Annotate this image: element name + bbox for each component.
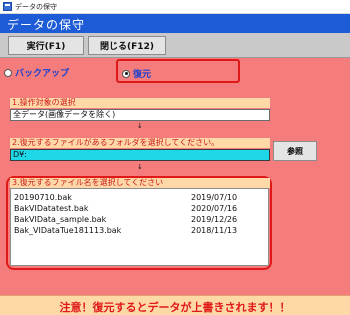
page-title: データの保守 bbox=[7, 18, 86, 32]
file-name: BakVIData_sample.bak bbox=[14, 215, 107, 224]
backup-radio-label: バックアップ bbox=[15, 69, 70, 79]
target-select[interactable]: 全データ(画像データを除く) bbox=[10, 109, 270, 121]
run-button[interactable]: 実行(F1) bbox=[8, 36, 84, 55]
restore-radio-label: 復元 bbox=[133, 70, 152, 80]
toolbar: 実行(F1) 閉じる(F12) bbox=[0, 33, 350, 58]
step3-label: 3.復元するファイル名を選択してください bbox=[10, 178, 270, 188]
step1-label: 1.操作対象の選択 bbox=[10, 98, 270, 108]
file-list[interactable]: 20190710.bak 2019/07/10 BakVIDatatest.ba… bbox=[10, 188, 269, 266]
file-name: 20190710.bak bbox=[14, 193, 72, 202]
close-button[interactable]: 閉じる(F12) bbox=[88, 36, 166, 55]
window-title: データの保守 bbox=[15, 2, 57, 11]
backup-radio[interactable] bbox=[4, 68, 12, 77]
restore-radio-option[interactable]: 復元 bbox=[122, 67, 151, 80]
file-date: 2019/12/26 bbox=[191, 215, 238, 224]
page-header: データの保守 bbox=[0, 14, 350, 33]
browse-button[interactable]: 参照 bbox=[273, 141, 317, 161]
file-date: 2020/07/16 bbox=[191, 204, 238, 213]
list-item[interactable]: Bak_VIDataTue181113.bak 2018/11/13 bbox=[14, 226, 264, 236]
overwrite-warning: 注意！復元するとデータが上書きされます！！ bbox=[59, 301, 291, 314]
main-panel: バックアップ 復元 1.操作対象の選択 全データ(画像データを除く) ↓ 2.復… bbox=[0, 58, 350, 295]
list-item[interactable]: BakVIData_sample.bak 2019/12/26 bbox=[14, 215, 264, 225]
file-name: BakVIDatatest.bak bbox=[14, 204, 89, 213]
restore-highlight-frame: 復元 bbox=[116, 59, 240, 83]
window-titlebar: データの保守 bbox=[0, 0, 350, 14]
arrow-down-icon: ↓ bbox=[137, 163, 143, 171]
arrow-down-icon: ↓ bbox=[137, 122, 143, 130]
file-date: 2019/07/10 bbox=[191, 193, 238, 202]
restore-radio[interactable] bbox=[122, 69, 130, 78]
file-name: Bak_VIDataTue181113.bak bbox=[14, 226, 122, 235]
file-date: 2018/11/13 bbox=[191, 226, 238, 235]
backup-radio-option[interactable]: バックアップ bbox=[4, 66, 69, 79]
app-icon bbox=[3, 2, 12, 11]
warning-bar: 注意！復元するとデータが上書きされます！！ bbox=[0, 295, 350, 315]
list-item[interactable]: 20190710.bak 2019/07/10 bbox=[14, 193, 264, 203]
step2-label: 2.復元するファイルがあるフォルダを選択してください。 bbox=[10, 138, 270, 148]
list-item[interactable]: BakVIDatatest.bak 2020/07/16 bbox=[14, 204, 264, 214]
folder-path-input[interactable]: D¥: bbox=[10, 149, 270, 161]
